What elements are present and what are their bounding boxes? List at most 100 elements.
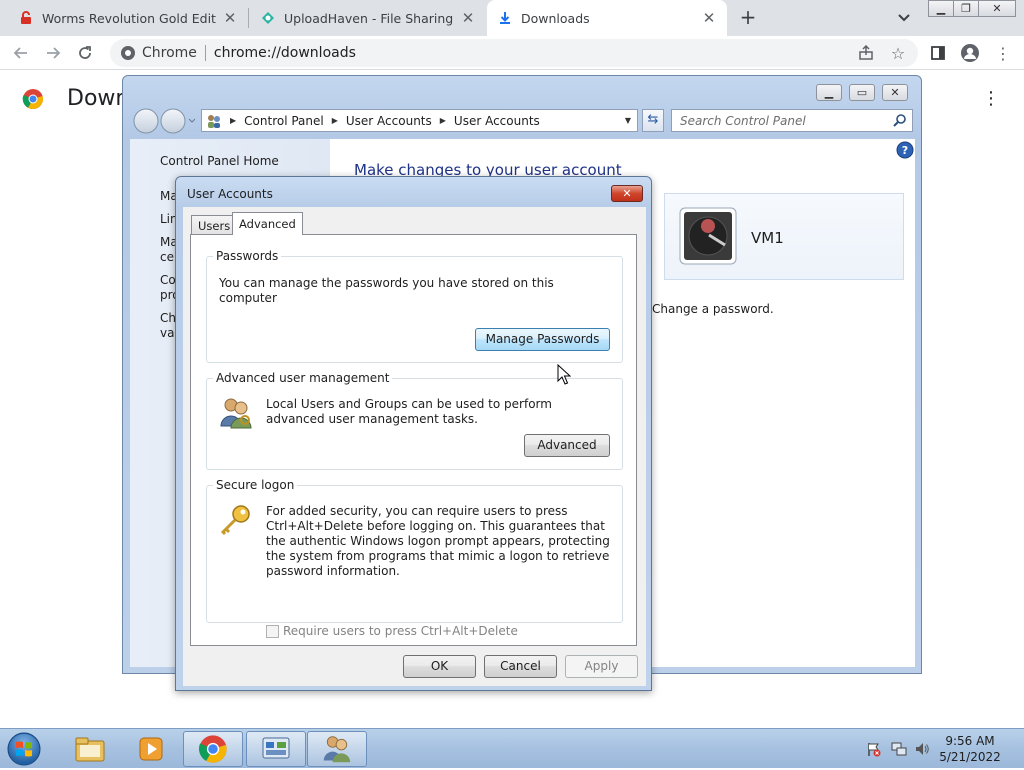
address-bar[interactable]: Chrome chrome://downloads: [110, 39, 918, 67]
tab-title: Worms Revolution Gold Edition F: [42, 10, 216, 26]
passwords-description: You can manage the passwords you have st…: [219, 276, 554, 305]
back-arrow-icon: [13, 47, 27, 59]
advanced-button[interactable]: Advanced: [524, 434, 610, 457]
advanced-tab-panel: Passwords You can manage the passwords y…: [190, 234, 637, 646]
close-tab-icon[interactable]: ✕: [460, 9, 476, 27]
control-panel-taskbar-icon[interactable]: [246, 731, 306, 767]
chrome-taskbar-icon[interactable]: [183, 731, 243, 767]
close-tab-icon[interactable]: ✕: [222, 9, 238, 27]
minimize-button[interactable]: ▁: [928, 0, 954, 17]
cp-refresh-button[interactable]: ⇆: [642, 109, 664, 132]
volume-icon[interactable]: [914, 741, 930, 757]
side-panel-icon[interactable]: [925, 40, 951, 66]
user-avatar-icon: [679, 207, 737, 265]
forward-arrow-icon: [47, 47, 61, 59]
url-text: chrome://downloads: [213, 45, 356, 61]
tab-users[interactable]: Users: [191, 215, 238, 234]
secure-logon-description: For added security, you can require user…: [266, 504, 610, 578]
cp-search-input[interactable]: Search Control Panel: [671, 109, 913, 132]
cp-address-bar[interactable]: ▶ Control Panel ▶ User Accounts ▶ User A…: [201, 109, 638, 132]
users-icon: [208, 114, 220, 128]
advanced-user-management-group: Advanced user management Local Users and…: [206, 371, 623, 470]
passwords-group: Passwords You can manage the passwords y…: [206, 249, 623, 363]
profile-avatar-icon[interactable]: [957, 40, 983, 66]
search-placeholder: Search Control Panel: [680, 113, 806, 128]
browser-toolbar: Chrome chrome://downloads ☆ ⋮: [0, 36, 1024, 70]
cp-home-link[interactable]: Control Panel Home: [160, 154, 279, 168]
dialog-title: User Accounts: [187, 187, 273, 201]
secure-logon-group: Secure logon For added security, you can…: [206, 478, 623, 638]
user-accounts-dialog: User Accounts ✕ Users Advanced Passwords…: [175, 176, 652, 691]
cancel-button[interactable]: Cancel: [484, 655, 557, 678]
group-label: Advanced user management: [213, 371, 393, 385]
breadcrumb-user-accounts[interactable]: User Accounts: [346, 114, 432, 128]
network-icon[interactable]: [891, 741, 907, 757]
download-icon: [497, 10, 513, 26]
group-label: Secure logon: [213, 478, 298, 492]
tab-strip: Worms Revolution Gold Edition F ✕ Upload…: [0, 0, 1024, 36]
omnibox-separator: [204, 45, 206, 61]
downloads-menu-icon[interactable]: ⋮: [982, 88, 1000, 110]
taskbar-clock[interactable]: 9:56 AM 5/21/2022: [930, 733, 1010, 765]
media-player-taskbar-icon[interactable]: [121, 731, 181, 767]
key-icon: [219, 504, 253, 538]
checkbox-label: Require users to press Ctrl+Alt+Delete: [283, 624, 518, 638]
bookmark-star-icon[interactable]: ☆: [885, 40, 911, 66]
change-password-link[interactable]: Change a password.: [652, 302, 774, 316]
omnibox-chip: Chrome: [142, 45, 197, 61]
tab-advanced[interactable]: Advanced: [232, 212, 303, 235]
cp-close-button[interactable]: ✕: [882, 84, 908, 101]
require-ctrl-alt-delete-checkbox[interactable]: [266, 625, 279, 638]
action-center-flag-icon[interactable]: [866, 741, 882, 757]
svg-text:?: ?: [902, 144, 908, 157]
reload-icon: [79, 46, 91, 59]
clock-time: 9:56 AM: [945, 734, 995, 748]
tab-downloads[interactable]: Downloads ✕: [487, 0, 727, 36]
restore-button[interactable]: ❐: [953, 0, 979, 17]
mouse-cursor-icon: [557, 363, 572, 386]
search-icon[interactable]: [892, 113, 908, 129]
manage-passwords-button[interactable]: Manage Passwords: [475, 328, 610, 351]
explorer-taskbar-icon[interactable]: [60, 731, 120, 767]
advanced-description: Local Users and Groups can be used to pe…: [266, 397, 552, 426]
breadcrumb-user-accounts-2[interactable]: User Accounts: [454, 114, 540, 128]
user-card: VM1: [664, 193, 904, 280]
new-tab-button[interactable]: +: [737, 6, 759, 28]
cp-minimize-button[interactable]: ▁: [816, 84, 842, 101]
back-button[interactable]: [8, 40, 34, 66]
breadcrumb-arrow-icon: ▶: [439, 116, 446, 125]
breadcrumb-arrow-icon: ▶: [230, 116, 237, 125]
user-accounts-taskbar-icon[interactable]: [307, 731, 367, 767]
tab-uploadhaven[interactable]: UploadHaven - File Sharing Made ✕: [250, 0, 486, 36]
uploadhaven-icon: [260, 10, 276, 26]
downloads-page-title: Down: [67, 86, 130, 111]
tab-title: Downloads: [521, 10, 590, 26]
cp-maximize-button[interactable]: ▭: [849, 84, 875, 101]
breadcrumb-control-panel[interactable]: Control Panel: [244, 114, 324, 128]
start-button[interactable]: [4, 731, 44, 767]
reload-button[interactable]: [72, 40, 98, 66]
chrome-logo-icon: [121, 46, 135, 60]
cp-nav-buttons: [133, 107, 196, 135]
help-icon[interactable]: ?: [896, 141, 914, 159]
close-window-button[interactable]: ✕: [978, 0, 1016, 17]
ok-button[interactable]: OK: [403, 655, 476, 678]
lock-red-icon: [18, 10, 34, 26]
dialog-close-button[interactable]: ✕: [611, 185, 643, 202]
apply-button[interactable]: Apply: [565, 655, 638, 678]
tab-worms[interactable]: Worms Revolution Gold Edition F ✕: [8, 0, 248, 36]
forward-button[interactable]: [40, 40, 66, 66]
chrome-menu-icon[interactable]: ⋮: [990, 40, 1016, 66]
tab-search-icon[interactable]: [895, 8, 913, 26]
user-name: VM1: [751, 229, 784, 247]
share-icon[interactable]: [853, 40, 879, 66]
dialog-body: Users Advanced Passwords You can manage …: [183, 207, 646, 686]
group-label: Passwords: [213, 249, 282, 263]
clock-date: 5/21/2022: [939, 750, 1001, 764]
taskbar: 9:56 AM 5/21/2022: [0, 728, 1024, 768]
tab-separator: [248, 8, 249, 28]
address-dropdown-icon[interactable]: ▼: [625, 116, 631, 125]
tab-title: UploadHaven - File Sharing Made: [284, 10, 454, 26]
breadcrumb-arrow-icon: ▶: [331, 116, 338, 125]
close-tab-icon[interactable]: ✕: [701, 9, 717, 27]
